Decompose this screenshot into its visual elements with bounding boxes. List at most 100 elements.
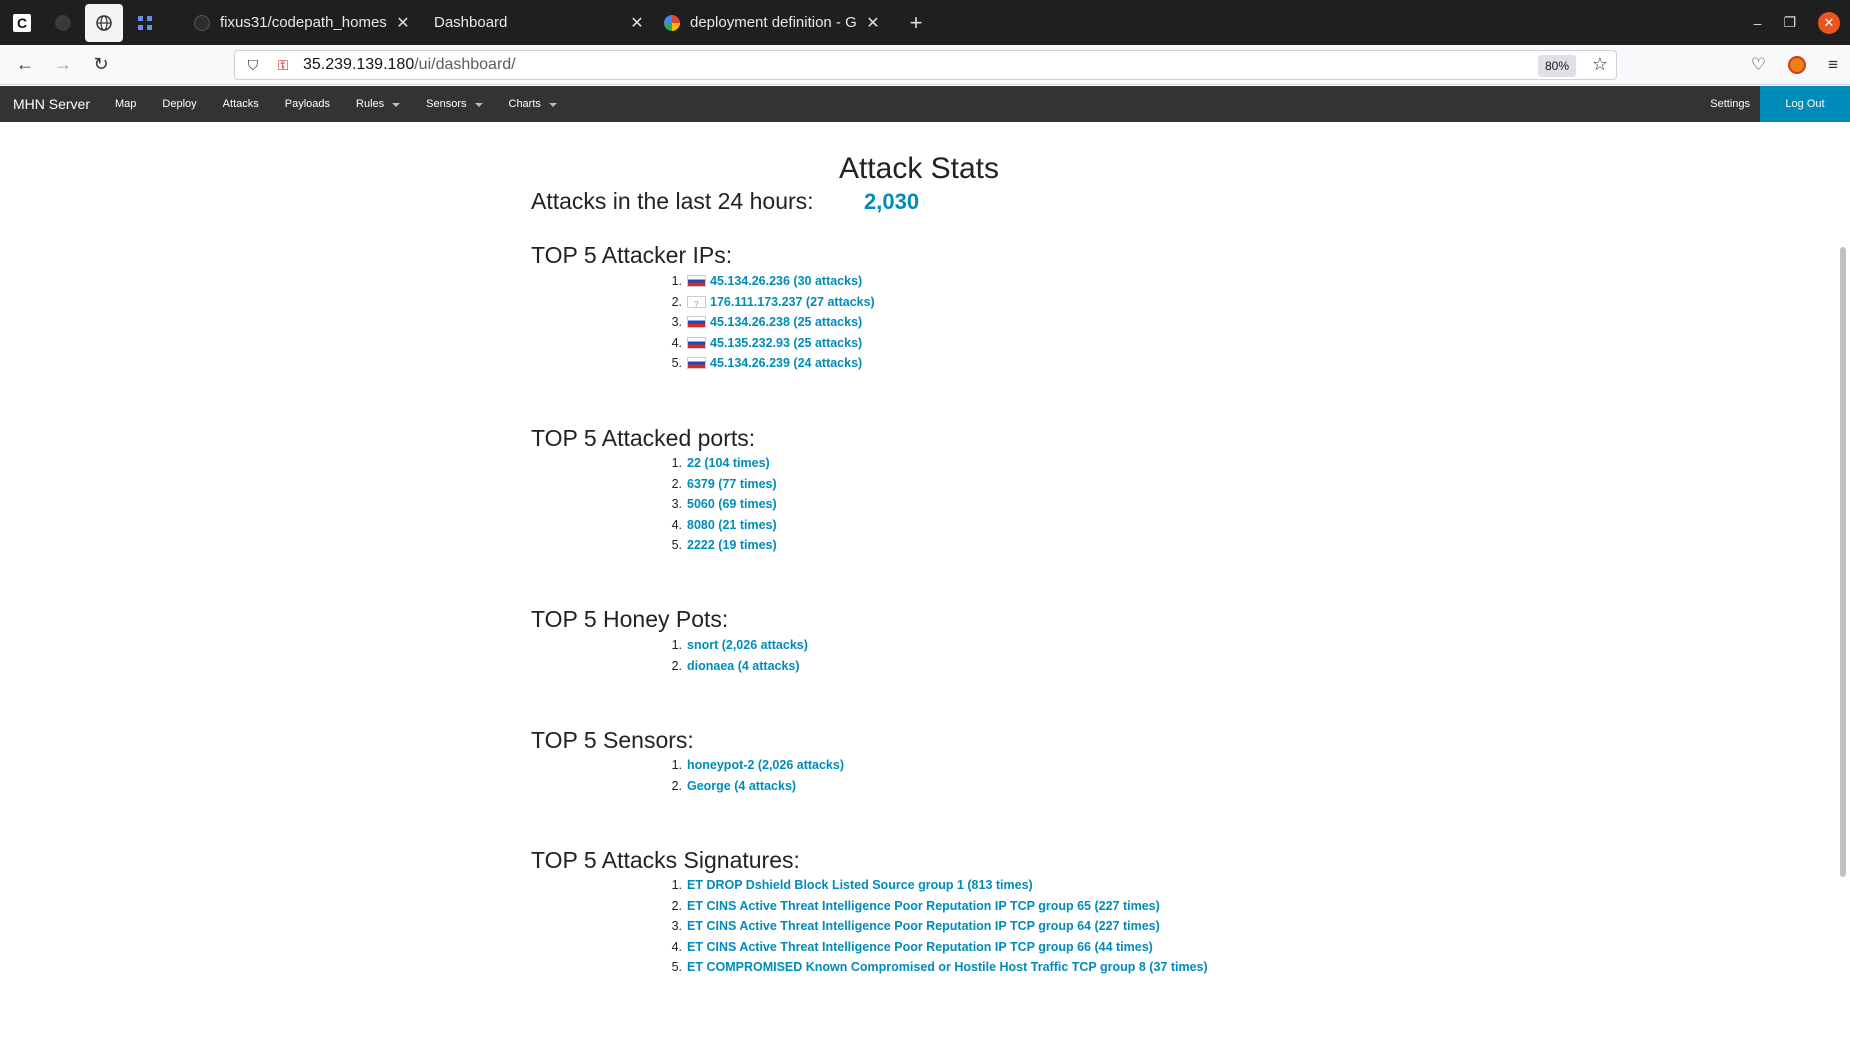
item-number: 5. bbox=[671, 356, 682, 370]
top-sensors-list: 1. honeypot-2 (2,026 attacks) 2. George (4… bbox=[664, 755, 844, 796]
page-title: Attack Stats bbox=[838, 152, 1000, 185]
item-number: 4. bbox=[671, 939, 682, 954]
nav-label: Rules bbox=[356, 98, 385, 110]
pinned-tab-globe[interactable] bbox=[85, 3, 123, 42]
nav-label: Attacks bbox=[222, 98, 259, 110]
page-scrollbar[interactable] bbox=[1840, 247, 1846, 877]
url-path: /ui/dashboard/ bbox=[414, 56, 516, 73]
attacker-ip-link[interactable]: 45.135.232.93 (25 attacks) bbox=[710, 333, 862, 354]
port-link[interactable]: 22 (104 times) bbox=[687, 453, 770, 474]
nav-settings[interactable]: Settings bbox=[1710, 86, 1750, 122]
signature-link[interactable]: ET CINS Active Threat Intelligence Poor … bbox=[687, 937, 1153, 958]
extension-icon[interactable] bbox=[1788, 56, 1807, 74]
honeypot-link[interactable]: snort (2,026 attacks) bbox=[687, 635, 808, 656]
list-item: 1. 22 (104 times) bbox=[664, 453, 777, 474]
port-link[interactable]: 6379 (77 times) bbox=[687, 474, 777, 495]
hamburger-menu-icon[interactable]: ≡ bbox=[1828, 55, 1838, 75]
top-honeypots-heading: TOP 5 Honey Pots: bbox=[531, 606, 729, 632]
reload-icon[interactable]: ↻ bbox=[84, 50, 118, 80]
signature-link[interactable]: ET CINS Active Threat Intelligence Poor … bbox=[687, 896, 1160, 917]
nav-rules-dropdown[interactable]: Rules bbox=[356, 98, 401, 110]
pocket-icon[interactable]: ♡ bbox=[1751, 55, 1766, 75]
top-ips-list: 1. 45.134.26.236 (30 attacks) 2. 176.111.1… bbox=[664, 271, 875, 374]
shield-icon[interactable]: ⛉ bbox=[241, 57, 265, 74]
list-item: 1. 45.134.26.236 (30 attacks) bbox=[664, 271, 875, 292]
zoom-level-badge[interactable]: 80% bbox=[1537, 55, 1576, 77]
russia-flag-icon bbox=[687, 316, 706, 329]
item-number: 4. bbox=[671, 335, 682, 350]
pinned-tab-app[interactable] bbox=[126, 4, 164, 42]
list-item: 3. 5060 (69 times) bbox=[664, 494, 777, 515]
nav-charts-dropdown[interactable]: Charts bbox=[509, 98, 557, 110]
nav-label: Charts bbox=[508, 98, 541, 110]
nav-attacks[interactable]: Attacks bbox=[223, 98, 259, 110]
toolbar-right-buttons: ♡ ≡ bbox=[1751, 45, 1838, 85]
sensor-link[interactable]: George (4 attacks) bbox=[687, 776, 796, 797]
attacker-ip-link[interactable]: 45.134.26.238 (25 attacks) bbox=[710, 312, 862, 333]
item-number: 5. bbox=[671, 538, 682, 552]
honeypot-link[interactable]: dionaea (4 attacks) bbox=[687, 656, 800, 677]
signature-link[interactable]: ET DROP Dshield Block Listed Source grou… bbox=[687, 875, 1033, 896]
item-number: 2. bbox=[671, 294, 682, 309]
url-text[interactable]: 35.239.139.180/ui/dashboard/ bbox=[303, 56, 516, 74]
brand-link[interactable]: MHN Server bbox=[13, 96, 90, 112]
close-icon[interactable]: ✕ bbox=[396, 13, 410, 33]
new-tab-button[interactable]: + bbox=[904, 10, 928, 36]
list-item: 2. George (4 attacks) bbox=[664, 776, 844, 797]
russia-flag-icon bbox=[687, 357, 706, 370]
window-close-icon[interactable]: ✕ bbox=[1818, 11, 1840, 34]
nav-deploy[interactable]: Deploy bbox=[162, 98, 196, 110]
minimize-icon[interactable]: – bbox=[1754, 15, 1762, 31]
russia-flag-icon bbox=[687, 275, 706, 288]
caret-down-icon bbox=[392, 103, 401, 107]
bookmark-star-icon[interactable]: ☆ bbox=[1592, 54, 1608, 75]
unknown-flag-icon bbox=[687, 295, 706, 315]
list-item: 4. 45.135.232.93 (25 attacks) bbox=[664, 333, 875, 354]
address-bar[interactable]: ⛉ ⚿ 35.239.139.180/ui/dashboard/ 80% ☆ bbox=[234, 50, 1617, 80]
pinned-tab-c[interactable]: C bbox=[3, 4, 41, 42]
forward-arrow-icon[interactable]: → bbox=[46, 50, 80, 80]
attacker-ip-link[interactable]: 45.134.26.239 (24 attacks) bbox=[710, 353, 862, 374]
item-number: 3. bbox=[671, 497, 682, 511]
list-item: 1. snort (2,026 attacks) bbox=[664, 635, 808, 656]
list-item: 4. 8080 (21 times) bbox=[664, 515, 777, 536]
logout-button[interactable]: Log Out bbox=[1760, 86, 1850, 122]
port-link[interactable]: 5060 (69 times) bbox=[687, 494, 777, 515]
github-icon bbox=[194, 14, 210, 31]
tab-google-search[interactable]: deployment definition - G ✕ bbox=[654, 0, 890, 45]
port-link[interactable]: 2222 (19 times) bbox=[687, 535, 777, 556]
dashboard-content: Attack Stats Attacks in the last 24 hour… bbox=[0, 122, 1850, 1055]
list-item: 5. 2222 (19 times) bbox=[664, 535, 777, 556]
item-number: 1. bbox=[671, 638, 682, 652]
signature-link[interactable]: ET COMPROMISED Known Compromised or Host… bbox=[687, 957, 1208, 978]
tab-title: deployment definition - G bbox=[690, 14, 857, 31]
signature-link[interactable]: ET CINS Active Threat Intelligence Poor … bbox=[687, 916, 1160, 937]
caret-down-icon bbox=[548, 103, 557, 107]
tab-dashboard[interactable]: Dashboard ✕ bbox=[424, 0, 654, 45]
list-item: 3. ET CINS Active Threat Intelligence Poo… bbox=[664, 916, 1208, 937]
back-arrow-icon[interactable]: ← bbox=[8, 50, 42, 80]
nav-label: Deploy bbox=[162, 98, 197, 110]
top-honeypots-list: 1. snort (2,026 attacks) 2. dionaea (4 att… bbox=[664, 635, 808, 676]
list-item: 2. 6379 (77 times) bbox=[664, 474, 777, 495]
sensor-link[interactable]: honeypot-2 (2,026 attacks) bbox=[687, 755, 844, 776]
tab-github-repo[interactable]: fixus31/codepath_homes ✕ bbox=[184, 0, 420, 45]
port-link[interactable]: 8080 (21 times) bbox=[687, 515, 777, 536]
app-navbar: MHN Server Map Deploy Attacks Payloads R… bbox=[0, 86, 1850, 122]
list-item: 2. ET CINS Active Threat Intelligence Poo… bbox=[664, 896, 1208, 917]
close-icon[interactable]: ✕ bbox=[866, 13, 880, 33]
insecure-lock-icon[interactable]: ⚿ bbox=[271, 57, 295, 74]
restore-icon[interactable]: ❐ bbox=[1783, 14, 1796, 31]
nav-sensors-dropdown[interactable]: Sensors bbox=[426, 98, 483, 110]
nav-payloads[interactable]: Payloads bbox=[285, 98, 330, 110]
top-signatures-list: 1. ET DROP Dshield Block Listed Source gr… bbox=[664, 875, 1208, 978]
item-number: 1. bbox=[671, 758, 682, 772]
attacker-ip-link[interactable]: 176.111.173.237 (27 attacks) bbox=[710, 292, 875, 313]
grid-app-icon bbox=[138, 15, 152, 30]
attacker-ip-link[interactable]: 45.134.26.236 (30 attacks) bbox=[710, 271, 862, 292]
globe-icon bbox=[96, 14, 112, 31]
c-logo-icon: C bbox=[13, 13, 31, 32]
nav-map[interactable]: Map bbox=[115, 98, 136, 110]
pinned-tab-github[interactable] bbox=[44, 4, 82, 42]
close-icon[interactable]: ✕ bbox=[630, 13, 644, 33]
